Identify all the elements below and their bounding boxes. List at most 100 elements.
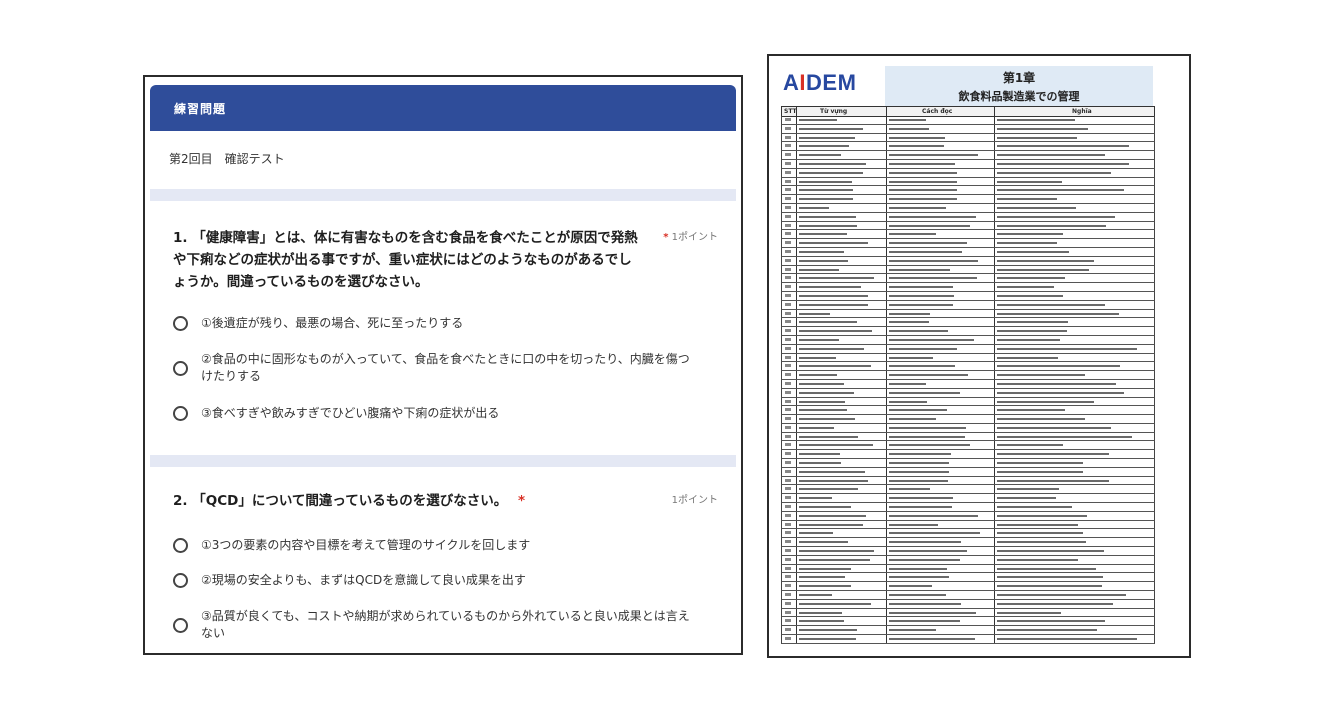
row-text [889,532,980,535]
col-meaning: Nghĩa [1072,108,1092,115]
row-text [889,470,949,473]
row-text [799,558,871,561]
required-mark: * [663,232,669,243]
vocab-row [781,397,1155,407]
row-text [889,409,947,412]
row-text [889,224,971,227]
row-number [785,452,791,456]
row-text [997,488,1059,491]
row-text [889,558,961,561]
row-text [799,594,832,597]
aidem-logo: AIDEM [783,70,857,95]
vocab-row [781,195,1155,204]
row-text [889,602,962,605]
row-text [799,523,863,526]
row-text [997,550,1104,553]
row-text [997,330,1067,333]
row-text [889,206,946,209]
row-text [997,189,1125,192]
row-text [799,418,855,421]
row-number [785,346,791,350]
vocab-row [781,265,1155,275]
row-text [997,479,1109,482]
row-text [889,162,955,165]
row-text [799,550,874,553]
col-reading: Cách đọc [922,108,953,115]
row-text [997,594,1126,597]
row-text [889,189,957,192]
row-text [997,338,1060,341]
row-number [785,566,791,570]
vocab-row [781,599,1155,609]
vocab-row [781,283,1155,292]
row-number [785,241,791,245]
row-number [785,118,791,121]
row-number [785,276,791,280]
row-text [997,198,1057,201]
radio-button[interactable] [173,618,188,633]
row-number [785,390,791,394]
required-mark: * [517,493,526,509]
row-text [889,426,966,429]
vocab-row [781,133,1155,143]
row-text [799,382,845,385]
vocab-row [781,327,1155,336]
vocab-row [781,309,1155,319]
row-text [997,347,1137,350]
row-number [785,487,791,491]
section-divider [150,189,736,201]
row-text [889,479,949,482]
row-text [997,497,1057,500]
row-text [799,145,850,148]
row-text [889,514,978,517]
vocab-row [781,423,1155,433]
row-text [799,312,831,315]
row-text [889,312,931,315]
row-text [799,576,845,579]
form-header: 練習問題 [150,85,736,131]
row-number [785,302,791,306]
vocab-row [781,415,1155,424]
vocab-row [781,247,1155,257]
vocab-table-body [781,116,1155,644]
row-text [799,119,837,121]
row-text [889,444,971,447]
row-text [799,356,836,359]
row-number [785,443,791,447]
row-text [799,400,846,403]
col-stt: STT [784,108,797,115]
row-number [785,505,791,509]
radio-button[interactable] [173,361,188,376]
row-text [889,462,950,465]
row-text [889,215,977,218]
vocab-row [781,608,1155,618]
row-text [997,638,1138,641]
row-text [799,488,858,491]
radio-button[interactable] [173,538,188,553]
vocab-row [781,538,1155,548]
radio-button[interactable] [173,573,188,588]
row-text [889,488,931,491]
row-number [785,417,791,421]
row-text [997,303,1105,306]
row-text [799,259,848,262]
row-text [799,268,840,271]
radio-button[interactable] [173,316,188,331]
row-text [889,550,967,553]
row-number [785,399,791,403]
vocab-row [781,494,1155,504]
row-number [785,373,791,377]
radio-button[interactable] [173,406,188,421]
row-text [799,567,851,570]
row-text [799,215,856,218]
row-text [997,576,1104,579]
row-number [785,434,791,438]
vocab-row [781,529,1155,539]
row-text [799,629,857,632]
vocab-row [781,344,1155,354]
row-text [889,259,979,262]
row-text [799,532,833,535]
row-text [889,638,976,641]
vocab-row [781,168,1155,178]
row-text [997,374,1085,377]
